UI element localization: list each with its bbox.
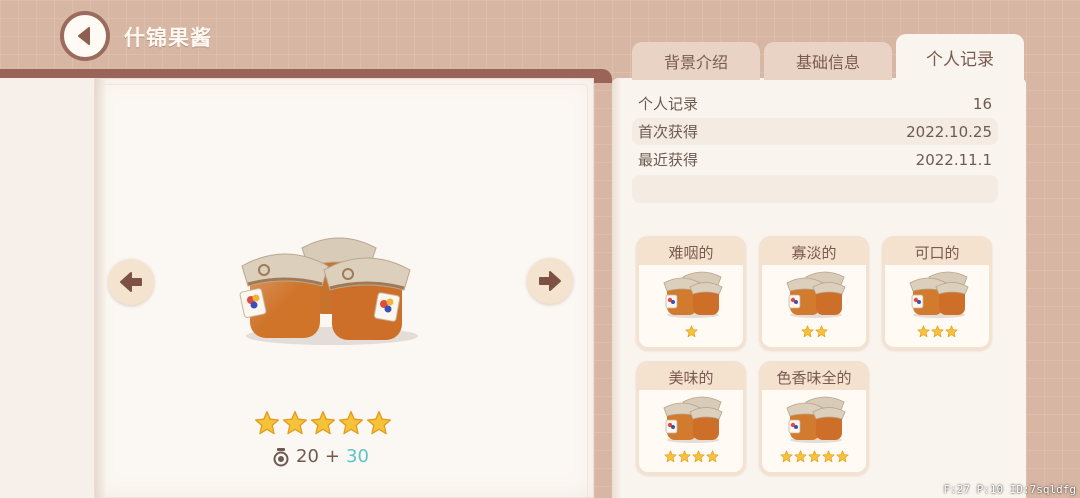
star-icon [807,450,821,463]
score-plus-sign: + [324,446,340,467]
tab-personal-record[interactable]: 个人记录 [896,34,1024,80]
star-icon [691,450,705,463]
last-obtained-label: 最近获得 [638,151,699,169]
book-left-page [0,78,94,498]
star-icon [793,450,807,463]
arrow-left-icon [120,272,142,292]
next-item-button[interactable] [527,258,573,304]
mixed-jam-jars-image [239,237,418,345]
star-icon [254,410,280,435]
star-icon [800,325,814,338]
star-icon [684,325,698,338]
first-obtained-label: 首次获得 [638,123,699,141]
star-icon [663,450,677,463]
last-obtained-value: 2022.11.1 [915,150,992,169]
quality-card-stars [762,450,866,463]
star-icon [338,410,364,435]
quality-card-stars [639,450,743,463]
quality-card-label: 色香味全的 [762,364,866,390]
quality-card-stars [639,325,743,338]
jam-jar-icon [786,271,846,318]
score-display: 20 + 30 [272,446,369,467]
quality-card-label: 难咽的 [639,239,743,265]
record-count-label: 个人记录 [638,95,699,113]
record-row-last-obtained: 最近获得 2022.11.1 [632,146,998,173]
quality-card[interactable]: 色香味全的 [759,361,869,475]
jam-jar-icon [663,396,723,443]
quality-card-label: 美味的 [639,364,743,390]
quality-card-label: 寡淡的 [762,239,866,265]
record-row-first-obtained: 首次获得 2022.10.25 [632,118,998,145]
record-count-value: 16 [972,94,992,113]
star-icon [366,410,392,435]
main-star-rating [254,410,392,436]
record-row-empty [632,175,998,203]
star-icon [835,450,849,463]
star-icon [821,450,835,463]
back-button[interactable] [60,11,110,61]
previous-item-button[interactable] [108,259,154,305]
page-title: 什锦果酱 [124,26,212,50]
quality-card[interactable]: 寡淡的 [759,236,869,350]
star-icon [814,325,828,338]
score-base: 20 [296,446,319,467]
quality-card[interactable]: 难咽的 [636,236,746,350]
jam-jar-icon [663,271,723,318]
quality-card[interactable]: 可口的 [882,236,992,350]
first-obtained-value: 2022.10.25 [906,122,992,141]
star-icon [944,325,958,338]
quality-card-stars [885,325,989,338]
tab-basic-info[interactable]: 基础信息 [764,42,892,80]
quality-card-stars [762,325,866,338]
star-icon [916,325,930,338]
jam-jar-icon [786,396,846,443]
medal-icon [273,447,289,466]
star-icon [779,450,793,463]
jam-jar-icon [909,271,969,318]
quality-card-label: 可口的 [885,239,989,265]
record-row-count: 个人记录 16 [632,90,998,117]
star-icon [677,450,691,463]
star-icon [705,450,719,463]
score-bonus: 30 [346,446,369,467]
debug-overlay: F:27 P:10 ID:7sqldfg [943,483,1076,496]
back-arrow-icon [78,27,90,45]
quality-card[interactable]: 美味的 [636,361,746,475]
tab-background[interactable]: 背景介绍 [632,42,760,80]
star-icon [930,325,944,338]
arrow-right-icon [539,271,561,291]
star-icon [282,410,308,435]
star-icon [310,410,336,435]
